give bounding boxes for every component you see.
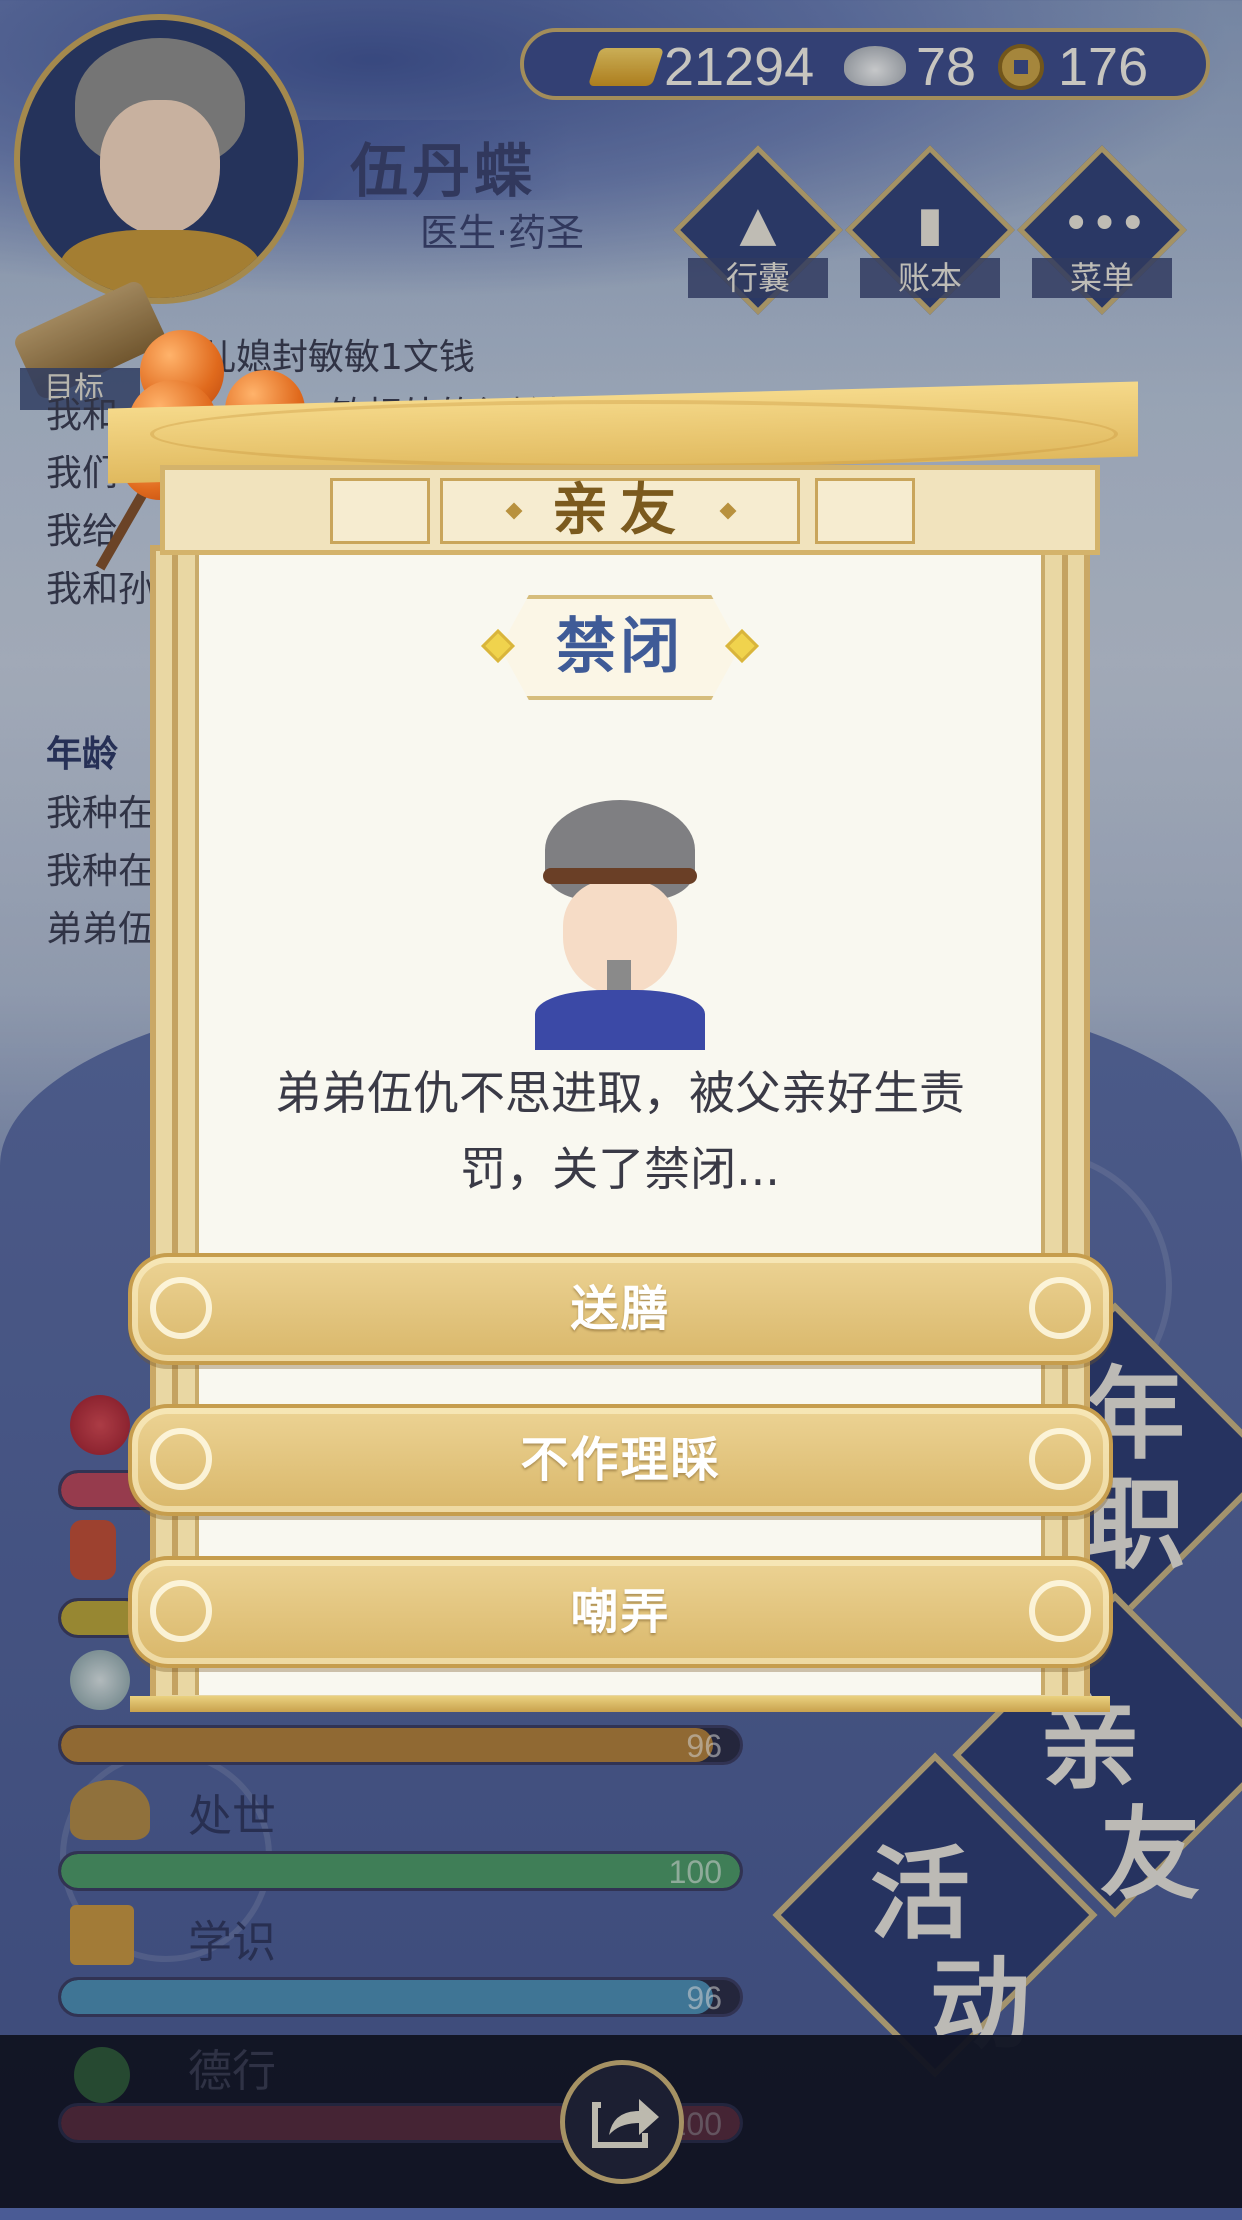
modal-top-pattern	[150, 400, 1118, 468]
brother-portrait	[535, 800, 705, 1050]
choice-send-meal-button[interactable]: 送膳	[128, 1253, 1113, 1365]
choice-mock-button[interactable]: 嘲弄	[128, 1556, 1113, 1668]
modal-rail	[172, 545, 178, 1695]
title-side-box	[815, 478, 915, 544]
choice-label: 送膳	[570, 1281, 671, 1337]
modal-bottom-edge	[130, 1696, 1110, 1712]
event-description: 弟弟伍仇不思进取，被父亲好生责罚，关了禁闭...	[275, 1066, 965, 1196]
choice-label: 不作理睬	[520, 1432, 721, 1488]
choice-ignore-button[interactable]: 不作理睬	[128, 1404, 1113, 1516]
choice-label: 嘲弄	[570, 1584, 671, 1640]
modal-title: 亲友	[552, 478, 688, 543]
modal-rail	[1062, 545, 1068, 1695]
title-side-box	[330, 478, 430, 544]
event-title: 禁闭	[556, 612, 684, 682]
